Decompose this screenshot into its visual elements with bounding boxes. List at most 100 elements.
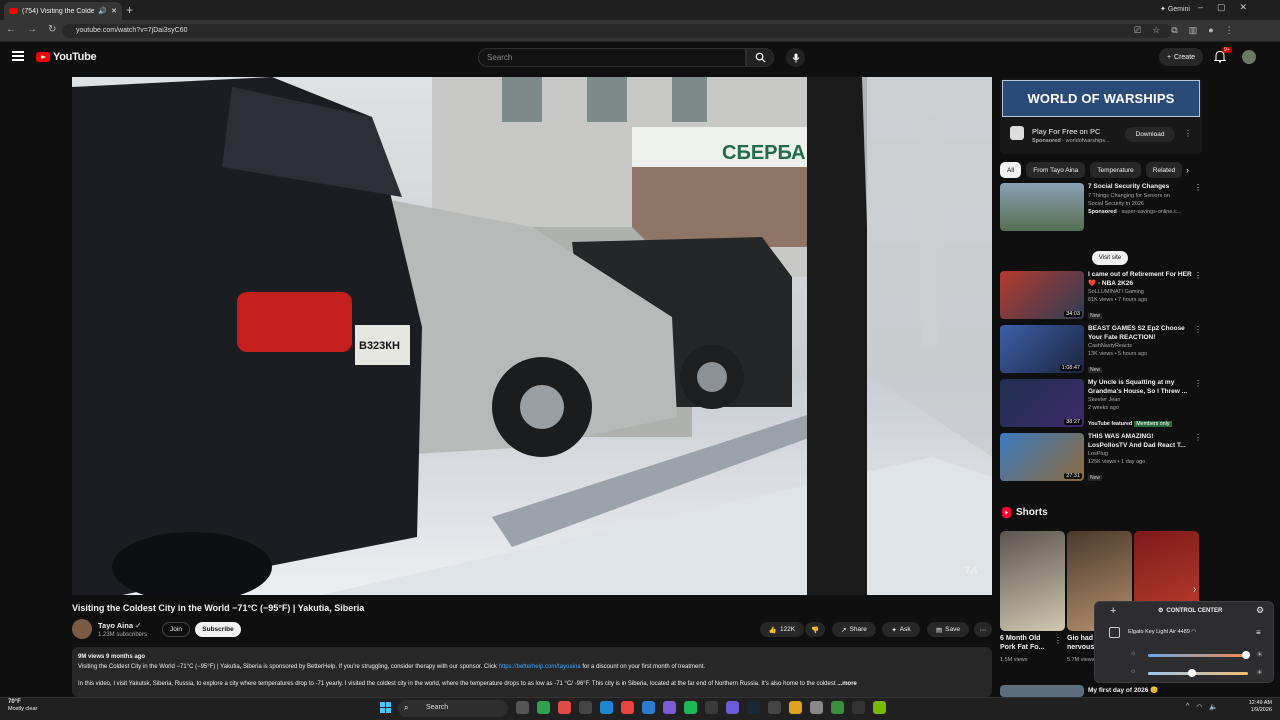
betterhelp-link[interactable]: https://betterhelp.com/tayoaina [499,664,581,670]
file-explorer-icon[interactable] [789,701,802,714]
edge-icon[interactable] [600,701,613,714]
discord-icon[interactable] [726,701,739,714]
nvidia-icon[interactable] [873,701,886,714]
chip-temperature[interactable]: Temperature [1090,162,1141,178]
save-button[interactable]: ▤ Save [927,622,969,637]
store-icon[interactable] [642,701,655,714]
channel-avatar[interactable] [72,619,92,639]
address-bar[interactable]: youtube.com/watch?v=7jDai3syC60 [62,24,1172,38]
bookmark-star-icon[interactable]: ☆ [1152,25,1160,36]
recommended-video-sponsored[interactable]: 7 Social Security Changes 7 Things Chang… [1000,183,1202,233]
ad-menu-icon[interactable]: ⋮ [1184,129,1192,138]
channel-watermark-logo[interactable]: TA [964,565,978,577]
forward-icon[interactable]: → [27,24,37,35]
temperature-slider[interactable] [1148,669,1248,677]
taskbar-search[interactable]: Search [398,700,508,717]
task-view-icon[interactable] [516,701,529,714]
chip-all[interactable]: All [1000,162,1022,178]
close-window-icon[interactable]: ✕ [1240,2,1248,13]
tray-overflow-icon[interactable]: ^ [1186,703,1189,711]
ask-button[interactable]: ✦ Ask [882,622,920,637]
app-icon[interactable] [579,701,592,714]
account-avatar[interactable] [1242,50,1256,64]
video-thumbnail[interactable] [1000,685,1084,697]
app-icon[interactable] [852,701,865,714]
tab-close-icon[interactable]: ✕ [111,7,117,15]
video-thumbnail[interactable]: 34:03 [1000,271,1084,319]
volume-icon[interactable]: 🔈 [1209,703,1218,711]
recommended-video[interactable]: 27:31 THIS WAS AMAZING! LosPollosTV And … [1000,433,1202,483]
app-icon[interactable] [558,701,571,714]
shorts-next-icon[interactable]: › [1193,584,1196,595]
app-icon[interactable] [810,701,823,714]
chevron-right-icon[interactable]: › [1186,165,1189,175]
video-thumbnail[interactable]: 27:31 [1000,433,1084,481]
browser-menu-icon[interactable]: ⋮ [1225,25,1234,36]
download-button[interactable]: Download [1125,127,1175,142]
app-icon[interactable] [663,701,676,714]
minimize-icon[interactable]: – [1198,2,1203,13]
windows-start-icon[interactable] [380,702,391,713]
video-menu-icon[interactable]: ⋮ [1194,183,1202,192]
profile-icon[interactable]: ● [1208,25,1213,36]
video-menu-icon[interactable]: ⋮ [1194,379,1202,388]
video-menu-icon[interactable]: ⋮ [1194,325,1202,334]
steam-icon[interactable] [747,701,760,714]
search-button[interactable] [746,48,774,67]
join-button[interactable]: Join [162,622,190,637]
recommended-video[interactable]: 34:03 I came out of Retirement For HER ❤… [1000,271,1202,321]
weather-widget[interactable]: 70°F Mostly clear [8,699,37,713]
video-thumbnail[interactable]: 1:08:47 [1000,325,1084,373]
spotify-icon[interactable] [684,701,697,714]
more-actions-button[interactable]: ⋯ [974,622,992,637]
app-icon[interactable] [831,701,844,714]
video-menu-icon[interactable]: ⋮ [1194,271,1202,280]
taskbar-clock[interactable]: 12:49 AM 1/9/2026 [1238,700,1272,714]
chip-related[interactable]: Related [1145,162,1183,178]
voice-search-button[interactable] [786,48,805,67]
youtube-logo[interactable]: YouTube [36,51,97,63]
subscribe-button[interactable]: Subscribe [195,622,241,637]
maximize-icon[interactable]: ▢ [1217,2,1226,13]
browser-tab[interactable]: (754) Visiting the Coldest C... 🔊 ✕ [4,2,122,20]
hamburger-menu-icon[interactable] [12,51,24,61]
channel-name[interactable]: CashNastyReacts [1088,342,1192,350]
device-settings-icon[interactable]: ≡ [1256,628,1261,637]
short-thumbnail[interactable] [1000,531,1065,631]
dislike-button[interactable]: 👎 [805,622,825,637]
new-tab-button[interactable]: + [126,3,133,17]
sidepanel-icon[interactable]: ▥ [1189,25,1198,36]
tab-audio-icon[interactable]: 🔊 [98,7,107,15]
chrome-icon[interactable] [621,701,634,714]
brightness-slider[interactable] [1148,651,1250,659]
video-thumbnail[interactable] [1000,183,1084,231]
share-button[interactable]: ↗ Share [832,622,876,637]
key-light-icon[interactable] [1109,627,1120,638]
network-icon[interactable]: ◠ [1196,703,1202,711]
settings-gear-icon[interactable]: ⚙ [1256,605,1264,616]
channel-name[interactable]: LosPlug [1088,450,1192,458]
chip-from-tayo-aina[interactable]: From Tayo Aina [1026,162,1086,178]
like-button[interactable]: 👍 122K [760,622,804,637]
add-device-icon[interactable]: + [1110,605,1116,617]
reload-icon[interactable]: ↻ [48,24,56,35]
cast-icon[interactable]: ⎚ [1134,25,1141,36]
video-menu-icon[interactable]: ⋮ [1194,433,1202,442]
app-icon[interactable] [705,701,718,714]
show-more-link[interactable]: ...more [837,681,857,687]
video-thumbnail[interactable]: 38:27 [1000,379,1084,427]
app-icon[interactable] [768,701,781,714]
create-button[interactable]: + Create [1159,48,1203,66]
channel-name[interactable]: Tayo Aina ✓ [98,621,141,630]
visit-site-button[interactable]: Visit site [1092,251,1128,265]
xbox-icon[interactable] [537,701,550,714]
back-icon[interactable]: ← [6,24,16,35]
gemini-button[interactable]: ✦ Gemini [1160,5,1190,13]
extensions-icon[interactable]: ⧉ [1171,25,1177,36]
short-menu-icon[interactable]: ⋮ [1054,636,1062,645]
search-input[interactable]: Search [478,48,746,67]
video-player[interactable]: СБЕРБА В323КН [72,77,992,595]
ad-banner[interactable]: WORLD OF WARSHIPS [1002,80,1200,117]
video-description[interactable]: 9M views 9 months ago Visiting the Colde… [72,647,992,697]
channel-name[interactable]: SoLLUMINATI Gaming [1088,288,1192,296]
